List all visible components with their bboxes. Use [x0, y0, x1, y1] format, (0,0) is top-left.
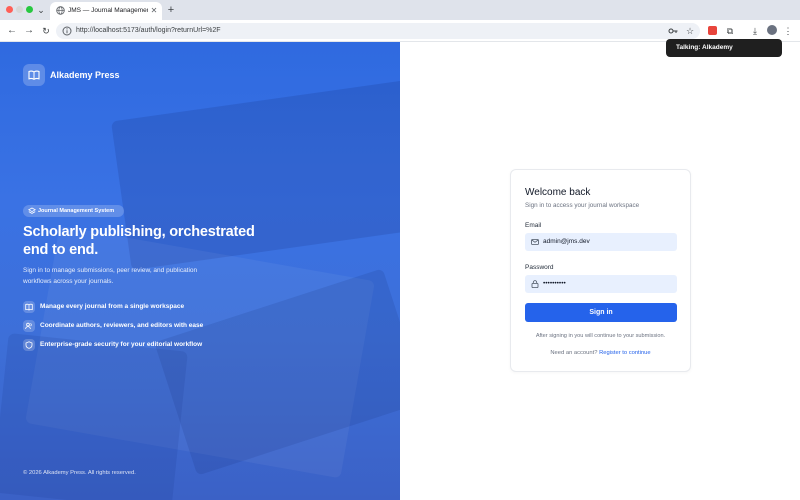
- register-prompt-line: Need an account? Register to continue: [511, 349, 690, 358]
- brand-name: Alkademy Press: [50, 70, 120, 80]
- system-badge: Journal Management System: [23, 205, 124, 217]
- login-card: Welcome back Sign in to access your jour…: [510, 169, 691, 372]
- tab-search-chevron-icon[interactable]: ⌄: [35, 3, 47, 17]
- address-url[interactable]: http://localhost:5173/auth/login?returnU…: [76, 25, 221, 37]
- extension-icon[interactable]: [708, 26, 717, 35]
- users-icon: [23, 320, 35, 332]
- address-bar[interactable]: http://localhost:5173/auth/login?returnU…: [56, 23, 700, 39]
- site-info-icon[interactable]: [62, 26, 72, 36]
- email-value[interactable]: admin@jms.dev: [543, 233, 590, 251]
- after-signin-note: After signing in you will continue to yo…: [535, 333, 666, 339]
- brand-book-icon: [23, 64, 45, 86]
- talking-popup: Talking: Alkademy: [666, 39, 782, 57]
- sign-in-button[interactable]: Sign in: [525, 303, 677, 322]
- shield-icon: [23, 339, 35, 351]
- password-value[interactable]: ••••••••••: [543, 275, 566, 293]
- feature-item: Manage every journal from a single works…: [23, 301, 283, 313]
- lock-icon: [531, 280, 539, 288]
- password-key-icon[interactable]: [668, 26, 678, 36]
- book-icon: [23, 301, 35, 313]
- badge-label: Journal Management System: [38, 208, 115, 214]
- globe-icon: [56, 6, 65, 15]
- feature-text: Enterprise-grade security for your edito…: [40, 341, 203, 348]
- copyright-text: © 2026 Alkademy Press. All rights reserv…: [23, 470, 136, 476]
- hero-title: Scholarly publishing, orchestrated end t…: [23, 224, 255, 258]
- layers-icon: [28, 207, 36, 214]
- browser-tab-active[interactable]: JMS — Journal Management ✕: [50, 2, 162, 20]
- browser-menu-icon[interactable]: ⋮: [783, 24, 793, 38]
- bookmark-star-icon[interactable]: ☆: [684, 24, 696, 38]
- reload-icon[interactable]: ↻: [39, 24, 53, 38]
- extensions-puzzle-icon[interactable]: ⧉: [724, 24, 736, 38]
- tab-title: JMS — Journal Management: [68, 7, 148, 14]
- feature-text: Coordinate authors, reviewers, and edito…: [40, 322, 204, 329]
- browser-tab-bar: ⌄ JMS — Journal Management ✕ +: [0, 0, 800, 20]
- login-title: Welcome back: [525, 187, 591, 198]
- app-root: ⌄ JMS — Journal Management ✕ + ← → ↻ htt…: [0, 0, 800, 500]
- register-prompt: Need an account?: [550, 350, 598, 356]
- password-field[interactable]: ••••••••••: [525, 275, 677, 293]
- email-label: Email: [525, 222, 542, 229]
- back-arrow-icon[interactable]: ←: [5, 24, 19, 38]
- window-minimize-button[interactable]: [16, 6, 23, 13]
- profile-avatar[interactable]: [767, 25, 777, 35]
- password-label: Password: [525, 264, 554, 271]
- hero-subtitle: Sign in to manage submissions, peer revi…: [23, 267, 198, 285]
- tab-close-icon[interactable]: ✕: [149, 5, 159, 17]
- forward-arrow-icon[interactable]: →: [22, 24, 36, 38]
- login-subtitle: Sign in to access your journal workspace: [525, 202, 640, 209]
- window-close-button[interactable]: [6, 6, 13, 13]
- window-zoom-button[interactable]: [26, 6, 33, 13]
- download-icon[interactable]: ⤓: [749, 24, 761, 38]
- register-link[interactable]: Register to continue: [599, 350, 651, 356]
- new-tab-button[interactable]: +: [165, 3, 177, 17]
- feature-item: Coordinate authors, reviewers, and edito…: [23, 320, 283, 332]
- mail-icon: [531, 239, 539, 245]
- feature-text: Manage every journal from a single works…: [40, 303, 185, 310]
- feature-item: Enterprise-grade security for your edito…: [23, 339, 283, 351]
- email-field[interactable]: admin@jms.dev: [525, 233, 677, 251]
